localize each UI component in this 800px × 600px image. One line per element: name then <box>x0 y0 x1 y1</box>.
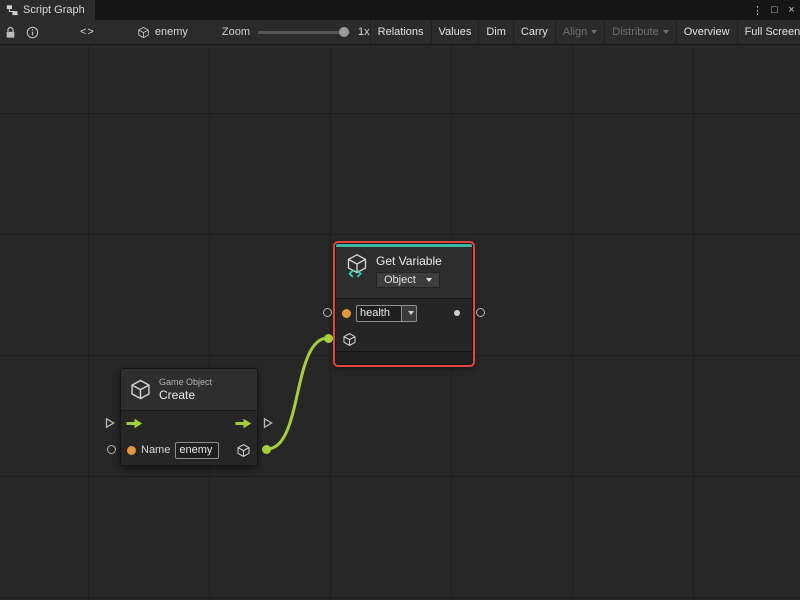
game-object-input-icon <box>342 332 357 347</box>
node-footer <box>336 351 472 364</box>
zoom-label: Zoom <box>222 26 250 38</box>
variable-scope-dropdown[interactable]: Object <box>376 272 440 288</box>
graph-breadcrumb[interactable]: enemy <box>137 26 188 39</box>
node-title: Get Variable <box>376 254 442 268</box>
dropdown-caret-icon <box>663 30 669 34</box>
zoom-slider-handle[interactable] <box>339 27 349 37</box>
string-value-dot <box>342 309 351 318</box>
control-output-port[interactable] <box>263 417 273 429</box>
titlebar: Script Graph ⋮ □ × <box>0 0 800 20</box>
variable-name-input[interactable] <box>356 305 402 322</box>
node-header[interactable]: Game Object Create <box>121 369 257 411</box>
code-preview-toggle[interactable]: <> <box>74 26 101 38</box>
dropdown-caret-icon <box>426 278 432 282</box>
button-label: Carry <box>521 26 548 38</box>
toolbar-button-align: Align <box>555 20 604 44</box>
lock-button[interactable] <box>0 20 21 44</box>
control-input-port[interactable] <box>105 417 115 429</box>
dropdown-caret-icon <box>591 30 597 34</box>
toolbar-button-full-screen[interactable]: Full Screen <box>737 20 800 44</box>
zoom-control: Zoom 1x <box>222 26 370 38</box>
lock-icon <box>5 26 16 39</box>
flow-input-arrow-icon[interactable] <box>126 418 143 429</box>
graph-name-label: enemy <box>155 26 188 38</box>
flow-output-arrow-icon[interactable] <box>235 418 252 429</box>
toolbar-button-carry[interactable]: Carry <box>513 20 555 44</box>
zoom-value: 1x <box>358 26 370 38</box>
name-port-label: Name <box>141 444 170 456</box>
graph-icon <box>137 26 150 39</box>
toolbar-button-distribute: Distribute <box>604 20 675 44</box>
object-input-port[interactable] <box>324 334 333 343</box>
window-menu-button[interactable]: ⋮ <box>749 0 766 20</box>
button-label: Distribute <box>612 26 658 38</box>
button-label: Relations <box>378 26 424 38</box>
window-close-button[interactable]: × <box>783 0 800 20</box>
titlebar-spacer <box>95 0 749 20</box>
scope-label: Object <box>384 274 416 286</box>
node-get-variable[interactable]: Get Variable Object <box>335 243 473 365</box>
value-output-port[interactable] <box>476 308 485 317</box>
dropdown-caret-icon <box>408 311 414 315</box>
script-graph-window: Script Graph ⋮ □ × <> <box>0 0 800 600</box>
name-input[interactable] <box>175 442 219 459</box>
button-label: Overview <box>684 26 730 38</box>
node-header[interactable]: Get Variable Object <box>336 247 472 299</box>
node-create-game-object[interactable]: Game Object Create <box>120 368 258 466</box>
zoom-slider-track[interactable] <box>258 31 350 34</box>
object-target-row <box>336 327 472 351</box>
toolbar-button-relations[interactable]: Relations <box>370 20 431 44</box>
button-label: Align <box>563 26 587 38</box>
info-button[interactable] <box>21 20 44 44</box>
get-variable-icon <box>344 253 370 279</box>
game-object-output-port[interactable] <box>262 445 271 454</box>
toolbar: <> enemy Zoom 1x Relations Values Dim <box>0 20 800 45</box>
name-parameter-row: Name <box>121 435 257 465</box>
graph-canvas[interactable]: Game Object Create <box>0 45 800 600</box>
toolbar-button-overview[interactable]: Overview <box>676 20 737 44</box>
variable-name-input-port[interactable] <box>323 308 332 317</box>
node-category: Game Object <box>159 377 212 388</box>
wire-create-to-get-variable[interactable] <box>267 338 328 449</box>
game-object-icon <box>129 378 152 401</box>
tab-script-graph[interactable]: Script Graph <box>0 0 95 20</box>
variable-name-dropdown-button[interactable] <box>402 305 417 322</box>
node-title: Create <box>159 388 212 402</box>
tab-title: Script Graph <box>23 4 85 16</box>
value-output-dot <box>454 310 460 316</box>
toolbar-button-values[interactable]: Values <box>431 20 479 44</box>
button-label: Full Screen <box>745 26 800 38</box>
control-flow-row <box>121 411 257 435</box>
toolbar-button-dim[interactable]: Dim <box>478 20 513 44</box>
window-maximize-button[interactable]: □ <box>766 0 783 20</box>
script-graph-icon <box>6 4 18 16</box>
game-object-output-icon <box>236 443 251 458</box>
button-label: Dim <box>486 26 506 38</box>
string-value-dot <box>127 446 136 455</box>
variable-name-row <box>336 299 472 327</box>
name-input-port[interactable] <box>107 445 116 454</box>
button-label: Values <box>439 26 472 38</box>
info-icon <box>26 26 39 39</box>
